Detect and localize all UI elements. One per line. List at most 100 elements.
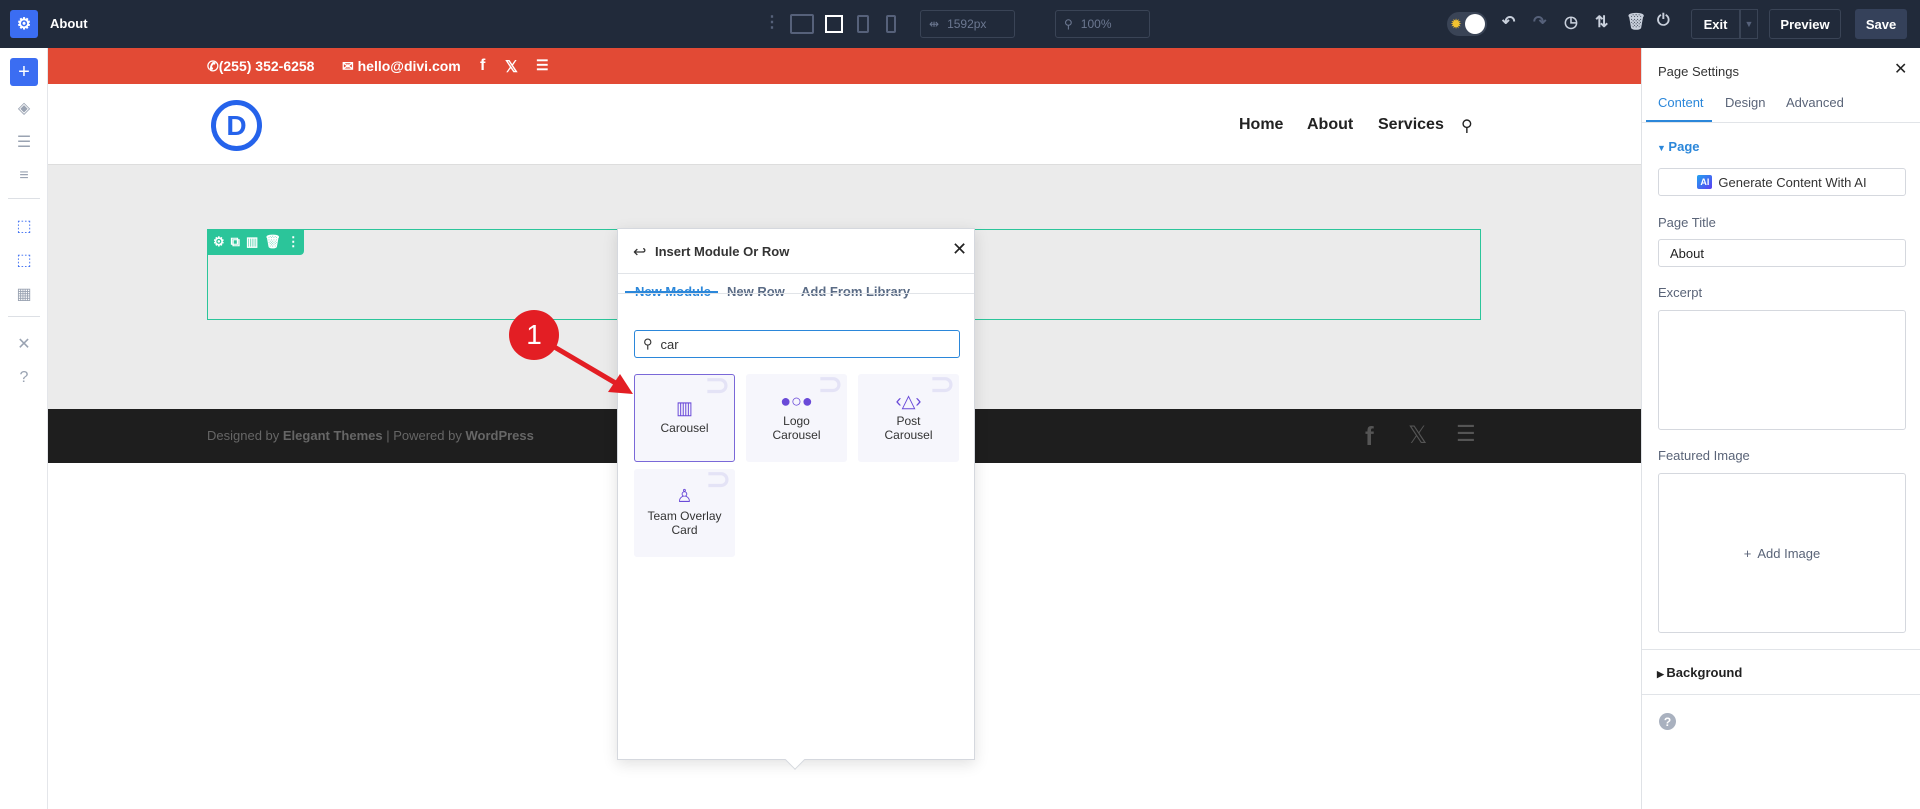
exit-button[interactable]: Exit <box>1691 9 1740 39</box>
facebook-icon[interactable]: f <box>1365 421 1374 452</box>
theme-toggle[interactable]: ✹ <box>1447 12 1487 36</box>
layers-icon[interactable]: ◈ <box>10 94 38 122</box>
columns-icon[interactable]: ▥ <box>246 234 258 250</box>
divi-logo[interactable]: D <box>211 100 262 151</box>
template-preview-icon[interactable]: ▦ <box>10 280 38 308</box>
duplicate-icon[interactable]: ⧉ <box>231 234 240 250</box>
nav-home[interactable]: Home <box>1239 116 1283 134</box>
featured-image-label: Featured Image <box>1658 448 1750 463</box>
redo-icon[interactable]: ↷ <box>1533 12 1546 32</box>
rss-icon[interactable]: ☰ <box>536 57 549 74</box>
trash-icon[interactable]: 🗑 <box>1626 12 1646 32</box>
caret-right-icon: ▶ <box>1657 669 1667 679</box>
divider <box>1642 649 1920 650</box>
divider <box>8 316 40 317</box>
sort-icon[interactable]: ⇅ <box>1595 12 1608 32</box>
zoom-value: 100% <box>1080 17 1112 31</box>
more-icon[interactable]: ⋮ <box>287 234 300 250</box>
search-icon[interactable]: ⚲ <box>1461 116 1473 136</box>
width-value: 1592px <box>947 17 987 31</box>
module-label: Carousel <box>660 421 709 435</box>
page-title-input[interactable]: About <box>1658 239 1906 267</box>
width-field[interactable]: ⇹ 1592px <box>920 10 1015 38</box>
phone-text: (255) 352-6258 <box>218 58 315 74</box>
section-background-toggle[interactable]: ▶ Background <box>1657 665 1742 680</box>
divider <box>618 273 974 274</box>
tab-advanced[interactable]: Advanced <box>1786 95 1844 110</box>
facebook-icon[interactable]: f <box>480 57 485 75</box>
tab-content[interactable]: Content <box>1658 95 1704 110</box>
post-carousel-icon: ‹△› <box>895 391 922 411</box>
ai-icon: AI <box>1697 175 1713 189</box>
add-image-dropzone[interactable]: + Add Image <box>1658 473 1906 633</box>
zoom-field[interactable]: ⚲ 100% <box>1055 10 1150 38</box>
power-icon[interactable]: ⏻ <box>1657 12 1670 30</box>
wordpress-link[interactable]: WordPress <box>465 428 533 443</box>
credit-text: Designed by <box>207 428 283 443</box>
popup-pointer <box>785 750 805 770</box>
tab-new-row[interactable]: New Row <box>727 284 785 299</box>
credit-text: | Powered by <box>382 428 466 443</box>
divider <box>618 293 974 294</box>
undo-icon[interactable]: ↶ <box>1502 12 1515 32</box>
tools-icon[interactable]: ✕ <box>10 330 38 358</box>
trash-icon[interactable]: 🗑 <box>264 234 281 250</box>
elegant-themes-link[interactable]: Elegant Themes <box>283 428 383 443</box>
phone-view-icon[interactable] <box>886 15 896 33</box>
rss-icon[interactable]: ☰ <box>1456 421 1476 447</box>
module-team-overlay-card[interactable]: ⊃ ♙ Team Overlay Card <box>634 463 735 557</box>
section-page-toggle[interactable]: ▼ Page <box>1657 139 1700 154</box>
nav-services[interactable]: Services <box>1378 116 1444 134</box>
x-icon[interactable]: 𝕏 <box>1408 421 1427 450</box>
top-info-bar: ✆(255) 352-6258 ✉ hello@divi.com f 𝕏 ☰ <box>48 48 1641 84</box>
tablet-landscape-view-icon[interactable] <box>825 15 843 33</box>
section-label: Background <box>1666 665 1743 680</box>
select-row-icon[interactable]: ⬚ <box>10 246 38 274</box>
search-value: car <box>660 336 679 352</box>
history-icon[interactable]: ◷ <box>1564 12 1578 32</box>
caret-down-icon: ▼ <box>1657 143 1669 153</box>
tab-add-from-library[interactable]: Add From Library <box>801 284 910 299</box>
divider <box>1642 122 1920 123</box>
layout-icon[interactable]: ≡ <box>10 162 38 190</box>
help-icon[interactable]: ? <box>10 364 38 392</box>
select-module-icon[interactable]: ⬚ <box>10 212 38 240</box>
module-post-carousel[interactable]: ⊃ ‹△› Post Carousel <box>858 370 959 462</box>
divider <box>8 198 40 199</box>
preview-button[interactable]: Preview <box>1769 9 1841 39</box>
plus-icon: + <box>1743 545 1752 561</box>
back-arrow-icon[interactable]: ↩ <box>633 242 646 262</box>
settings-gear-button[interactable]: ⚙ <box>10 10 38 38</box>
desktop-view-icon[interactable] <box>790 14 814 34</box>
exit-dropdown-chevron-icon[interactable]: ▼ <box>1740 9 1758 39</box>
divider <box>1642 694 1920 695</box>
sun-icon: ✹ <box>1451 17 1462 31</box>
logo-carousel-icon: ●○● <box>780 391 813 411</box>
x-icon[interactable]: 𝕏 <box>505 57 518 77</box>
module-label: Team Overlay Card <box>647 509 722 537</box>
save-button[interactable]: Save <box>1855 9 1907 39</box>
panel-title: Page Settings <box>1658 64 1739 79</box>
search-icon: ⚲ <box>1064 17 1073 31</box>
tab-design[interactable]: Design <box>1725 95 1765 110</box>
email-link[interactable]: ✉ hello@divi.com <box>342 58 461 75</box>
close-icon[interactable]: ✕ <box>952 239 967 260</box>
excerpt-textarea[interactable] <box>1658 310 1906 430</box>
insert-module-dialog: ↩ Insert Module Or Row ✕ New Module New … <box>617 228 975 770</box>
module-search-input[interactable]: ⚲ car <box>634 330 960 358</box>
divi-watermark-icon: ⊃ <box>705 463 731 496</box>
nav-about[interactable]: About <box>1307 116 1353 134</box>
add-button[interactable]: + <box>10 58 38 86</box>
phone-link[interactable]: ✆(255) 352-6258 <box>207 58 314 75</box>
generate-ai-button[interactable]: AI Generate Content With AI <box>1658 168 1906 196</box>
add-image-label: Add Image <box>1757 545 1821 561</box>
database-icon[interactable]: ☰ <box>10 128 38 156</box>
module-logo-carousel[interactable]: ⊃ ●○● Logo Carousel <box>746 370 847 462</box>
help-icon[interactable]: ? <box>1659 713 1676 730</box>
footer-credits: Designed by Elegant Themes | Powered by … <box>207 428 534 443</box>
more-vertical-icon[interactable]: ⋮ <box>764 12 780 32</box>
module-label: Logo Carousel <box>772 414 821 442</box>
tablet-view-icon[interactable] <box>857 15 869 33</box>
gear-icon[interactable]: ⚙ <box>213 234 225 250</box>
close-icon[interactable]: ✕ <box>1894 59 1907 79</box>
